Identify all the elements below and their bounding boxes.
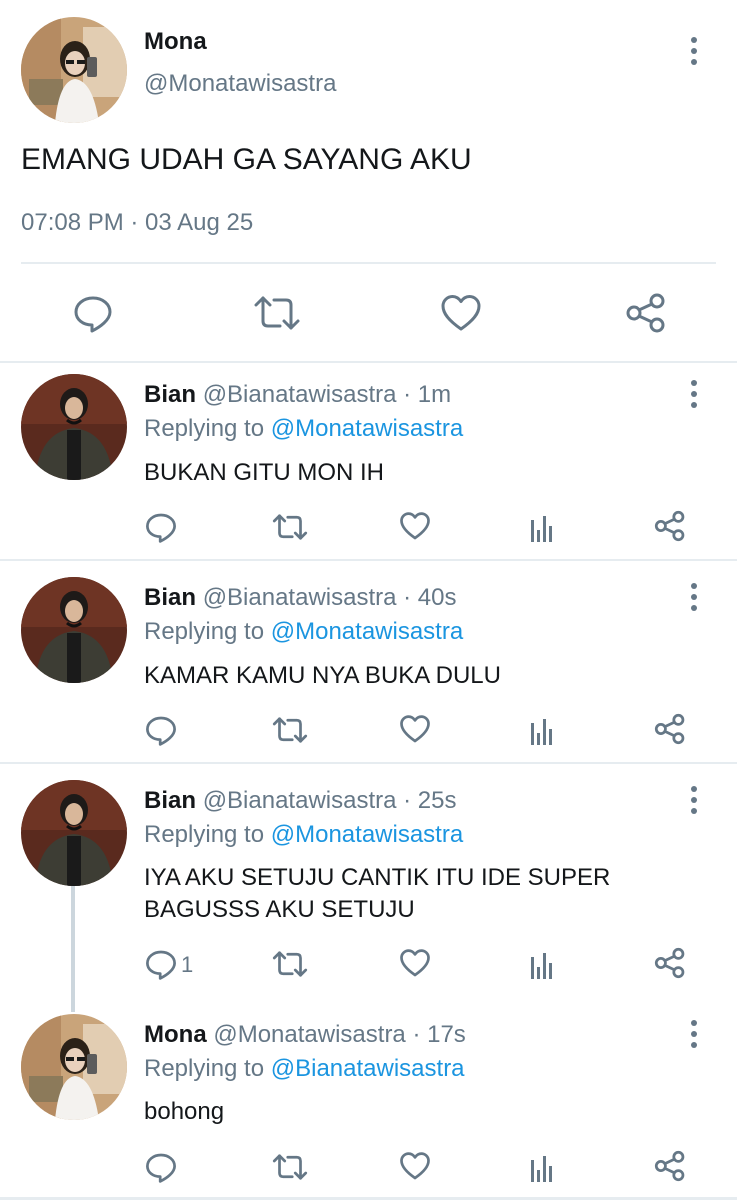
analytics-icon[interactable] — [529, 715, 557, 745]
replying-to-label: Replying to — [144, 618, 265, 645]
user-handle[interactable]: @Bianatawisastra — [203, 381, 397, 408]
more-options-icon[interactable] — [687, 786, 701, 816]
like-icon[interactable] — [399, 948, 431, 978]
tweet-timestamp[interactable]: 07:08 PM · 03 Aug 25 — [21, 209, 253, 237]
like-icon[interactable] — [399, 1151, 431, 1181]
tweet-text: KAMAR KAMU NYA BUKA DULU — [144, 662, 501, 689]
replying-to-handle[interactable]: @Bianatawisastra — [271, 1055, 465, 1082]
tweet-age: · 40s — [403, 584, 457, 611]
tweet-text: IYA AKU SETUJU CANTIK ITU IDE SUPER — [144, 864, 611, 891]
share-icon[interactable] — [625, 292, 667, 334]
more-options-icon[interactable] — [687, 583, 701, 613]
avatar[interactable] — [21, 17, 127, 123]
display-name[interactable]: Bian — [144, 381, 196, 408]
avatar[interactable] — [21, 1014, 127, 1120]
tweet-age: · 25s — [403, 787, 457, 814]
more-options-icon[interactable] — [687, 37, 701, 67]
share-icon[interactable] — [654, 947, 686, 979]
tweet-text: EMANG UDAH GA SAYANG AKU — [21, 143, 472, 176]
avatar[interactable] — [21, 374, 127, 480]
tweet-age: · 1m — [403, 381, 452, 408]
retweet-icon[interactable] — [272, 512, 308, 542]
replying-to-label: Replying to — [144, 1055, 265, 1082]
reply-header: Mona @Monatawisastra · 17s — [144, 1021, 466, 1049]
thread-connector-line — [71, 886, 75, 1012]
share-icon[interactable] — [654, 713, 686, 745]
tweet-text: bohong — [144, 1098, 225, 1125]
analytics-icon[interactable] — [529, 1152, 557, 1182]
divider — [21, 262, 716, 264]
user-handle[interactable]: @Monatawisastra — [213, 1021, 405, 1048]
reply-icon[interactable] — [145, 511, 177, 543]
replying-to-handle[interactable]: @Monatawisastra — [271, 618, 463, 645]
reply-icon[interactable] — [145, 714, 177, 746]
tweet-text-line-2: BAGUSSS AKU SETUJU — [144, 896, 415, 923]
reply-icon[interactable] — [145, 948, 177, 980]
like-icon[interactable] — [399, 714, 431, 744]
tweet-text: BUKAN GITU MON IH — [144, 459, 385, 486]
reply-header: Bian @Bianatawisastra · 40s — [144, 584, 457, 612]
reply-header: Bian @Bianatawisastra · 25s — [144, 787, 457, 815]
avatar[interactable] — [21, 780, 127, 886]
retweet-icon[interactable] — [272, 715, 308, 745]
reply-icon[interactable] — [145, 1151, 177, 1183]
display-name[interactable]: Bian — [144, 584, 196, 611]
like-icon[interactable] — [399, 511, 431, 541]
replying-to: Replying to @Bianatawisastra — [144, 1055, 465, 1083]
like-icon[interactable] — [440, 293, 482, 333]
divider — [0, 361, 737, 363]
reply-header: Bian @Bianatawisastra · 1m — [144, 381, 451, 409]
reply-count: 1 — [181, 952, 194, 977]
user-handle[interactable]: @Bianatawisastra — [203, 584, 397, 611]
divider — [0, 762, 737, 764]
replying-to-handle[interactable]: @Monatawisastra — [271, 821, 463, 848]
replying-to-label: Replying to — [144, 821, 265, 848]
share-icon[interactable] — [654, 510, 686, 542]
avatar[interactable] — [21, 577, 127, 683]
display-name[interactable]: Bian — [144, 787, 196, 814]
display-name[interactable]: Mona — [144, 28, 207, 56]
divider — [0, 559, 737, 561]
reply-icon[interactable] — [73, 293, 113, 333]
user-handle[interactable]: @Bianatawisastra — [203, 787, 397, 814]
retweet-icon[interactable] — [272, 1152, 308, 1182]
user-handle[interactable]: @Monatawisastra — [144, 70, 336, 98]
share-icon[interactable] — [654, 1150, 686, 1182]
replying-to: Replying to @Monatawisastra — [144, 618, 463, 646]
analytics-icon[interactable] — [529, 512, 557, 542]
more-options-icon[interactable] — [687, 380, 701, 410]
replying-to-handle[interactable]: @Monatawisastra — [271, 415, 463, 442]
analytics-icon[interactable] — [529, 949, 557, 979]
display-name[interactable]: Mona — [144, 1021, 207, 1048]
retweet-icon[interactable] — [272, 949, 308, 979]
tweet-age: · 17s — [412, 1021, 466, 1048]
replying-to: Replying to @Monatawisastra — [144, 821, 463, 849]
replying-to: Replying to @Monatawisastra — [144, 415, 463, 443]
retweet-icon[interactable] — [253, 293, 301, 333]
replying-to-label: Replying to — [144, 415, 265, 442]
more-options-icon[interactable] — [687, 1020, 701, 1050]
